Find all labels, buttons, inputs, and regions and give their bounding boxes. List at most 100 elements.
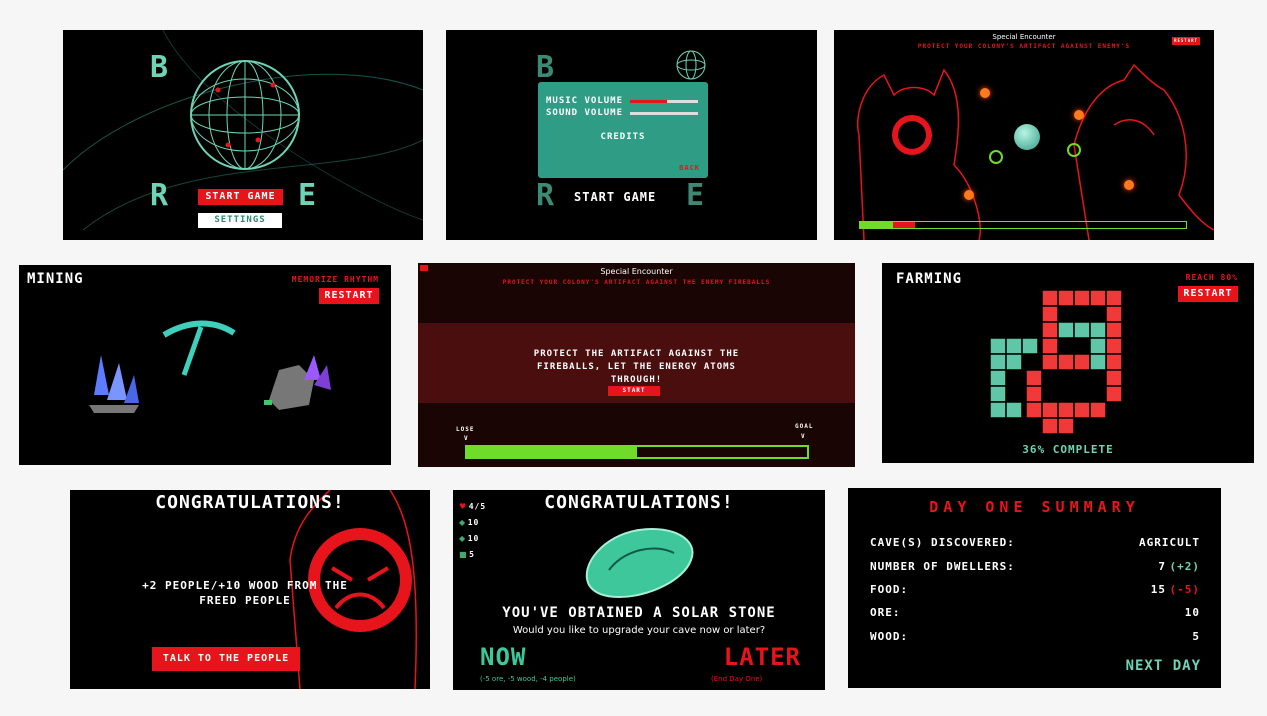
progress-fill: [467, 447, 637, 457]
start-game-label[interactable]: START GAME: [574, 190, 656, 204]
summary-row: NUMBER OF DWELLERS: 7 (+2): [870, 560, 1200, 580]
freed-people-screen: CONGRATULATIONS! +2 PEOPLE/+10 WOOD FROM…: [70, 490, 430, 689]
upgrade-question: Would you like to upgrade your cave now …: [512, 625, 766, 636]
now-button[interactable]: NOW: [480, 643, 526, 671]
stat-value: 10: [467, 518, 480, 527]
fireball-icon: [980, 88, 990, 98]
settings-screen: B R E MUSIC VOLUME SOUND VOLUME CREDITS …: [446, 30, 817, 240]
fireball-icon: [1074, 110, 1084, 120]
pickaxe-icon: [162, 320, 236, 376]
summary-title: DAY ONE SUMMARY: [929, 498, 1140, 516]
summary-value: 15: [1150, 583, 1166, 596]
obtained-message: YOU'VE OBTAINED A SOLAR STONE: [502, 605, 776, 621]
summary-delta: (+2): [1169, 560, 1200, 573]
small-globe-icon: [676, 50, 706, 80]
summary-row: CAVE(S) DISCOVERED: AGRICULT: [870, 536, 1200, 556]
progress-label: 36% COMPLETE: [1022, 443, 1114, 456]
talk-to-people-button[interactable]: TALK TO THE PEOPLE: [152, 647, 300, 671]
encounter-subtitle: PROTECT YOUR COLONY'S ARTIFACT AGAINST T…: [502, 279, 771, 286]
congrats-title: CONGRATULATIONS!: [155, 492, 345, 513]
goal-arrow: V: [801, 433, 806, 440]
fireball-icon: [964, 190, 974, 200]
start-button[interactable]: START: [608, 386, 660, 396]
summary-label: CAVE(S) DISCOVERED:: [870, 536, 1015, 549]
stat-row: ◆ 10: [459, 516, 486, 532]
now-cost: (-5 ore, -5 wood, -4 people): [480, 675, 576, 683]
settings-button[interactable]: SETTINGS: [198, 213, 282, 228]
food-icon: ◆: [459, 518, 466, 527]
summary-label: WOOD:: [870, 630, 909, 643]
summary-delta: (-5): [1169, 583, 1200, 596]
summary-value: 10: [1184, 606, 1200, 619]
summary-row: ORE: 10: [870, 606, 1200, 626]
sound-volume-slider[interactable]: [630, 112, 698, 115]
later-note: (End Day One): [711, 675, 763, 683]
lose-arrow: V: [464, 435, 469, 442]
congrats-title: CONGRATULATIONS!: [544, 492, 734, 513]
logo-letter-e: E: [298, 178, 318, 213]
summary-value: 7: [1158, 560, 1166, 573]
summary-value-group: 15 (-5): [1151, 583, 1200, 596]
summary-label: ORE:: [870, 606, 901, 619]
next-day-button[interactable]: NEXT DAY: [1126, 658, 1201, 674]
wireframe-globe-icon: [190, 60, 300, 170]
encounter-subtitle: PROTECT YOUR COLONY'S ARTIFACT AGAINST E…: [917, 43, 1131, 50]
logo-letter-r: R: [536, 178, 556, 213]
progress-bar: [859, 221, 1187, 229]
memorize-rhythm-label: MEMORIZE RHYTHM: [291, 275, 379, 284]
main-menu-screen: B R E START GAME SETTINGS: [63, 30, 423, 240]
mining-title: MINING: [27, 271, 84, 287]
artifact-orb: [1014, 124, 1040, 150]
back-button[interactable]: BACK: [679, 164, 700, 172]
music-volume-label: MUSIC VOLUME: [546, 96, 624, 106]
reach-goal-label: REACH 80%: [1185, 273, 1238, 282]
summary-value: AGRICULT: [1139, 536, 1200, 549]
summary-label: FOOD:: [870, 583, 909, 596]
farming-screen: FARMING REACH 80% RESTART 36% COMPLETE: [882, 263, 1254, 463]
energy-atom-icon: [1067, 143, 1081, 157]
solar-stone-screen: ♥ 4/5 ◆ 10 ◆ 10 ■ 5 CONGRATULATIONS! YOU…: [453, 490, 825, 690]
logo-letter-e: E: [686, 178, 706, 213]
stat-row: ◆ 10: [459, 532, 486, 548]
summary-row: FOOD: 15 (-5): [870, 583, 1200, 603]
intro-message: PROTECT THE ARTIFACT AGAINST THE FIREBAL…: [533, 349, 740, 385]
music-volume-fill: [630, 100, 668, 103]
restart-button[interactable]: RESTART: [1172, 37, 1200, 45]
music-volume-slider[interactable]: [630, 100, 698, 103]
later-button[interactable]: LATER: [724, 643, 801, 671]
mining-screen: MINING MEMORIZE RHYTHM RESTART: [19, 265, 391, 465]
summary-row: WOOD: 5: [870, 630, 1200, 650]
encounter-title: Special Encounter: [600, 267, 673, 276]
logo-letter-b: B: [536, 50, 556, 85]
fireball-icon: [1124, 180, 1134, 190]
farm-grid: [989, 290, 1123, 435]
logo-letter-b: B: [150, 50, 170, 85]
encounter-gameplay-screen: Special Encounter PROTECT YOUR COLONY'S …: [834, 30, 1214, 240]
reward-message: +2 PEOPLE/+10 WOOD FROM THE FREED PEOPLE: [142, 579, 348, 607]
summary-value-group: 7 (+2): [1158, 560, 1200, 573]
goal-label: GOAL: [795, 423, 814, 430]
purple-ore-icon: [264, 355, 331, 410]
sound-volume-label: SOUND VOLUME: [546, 108, 624, 118]
stat-value: 10: [467, 534, 480, 543]
stat-value: 5: [469, 550, 475, 559]
solar-stone-icon: [586, 528, 694, 599]
restart-button[interactable]: RESTART: [1178, 286, 1238, 302]
ore-icon: ◆: [459, 534, 466, 543]
energy-atom-icon: [989, 150, 1003, 164]
wood-icon: ■: [459, 550, 467, 559]
progress-fill-red: [892, 222, 916, 228]
encounter-intro-screen: Special Encounter PROTECT YOUR COLONY'S …: [418, 263, 855, 467]
farming-title: FARMING: [896, 271, 963, 287]
settings-dialog: MUSIC VOLUME SOUND VOLUME CREDITS BACK: [538, 82, 708, 178]
lose-label: LOSE: [456, 426, 475, 433]
progress-fill-green: [860, 222, 893, 228]
logo-letter-r: R: [150, 178, 170, 213]
summary-label: NUMBER OF DWELLERS:: [870, 560, 1015, 573]
credits-button[interactable]: CREDITS: [538, 132, 708, 142]
day-summary-screen: DAY ONE SUMMARY CAVE(S) DISCOVERED: AGRI…: [848, 488, 1221, 688]
blue-crystal-icon: [89, 355, 139, 413]
encounter-title: Special Encounter: [992, 33, 1056, 41]
start-game-button[interactable]: START GAME: [198, 189, 283, 205]
restart-button[interactable]: RESTART: [319, 288, 379, 304]
